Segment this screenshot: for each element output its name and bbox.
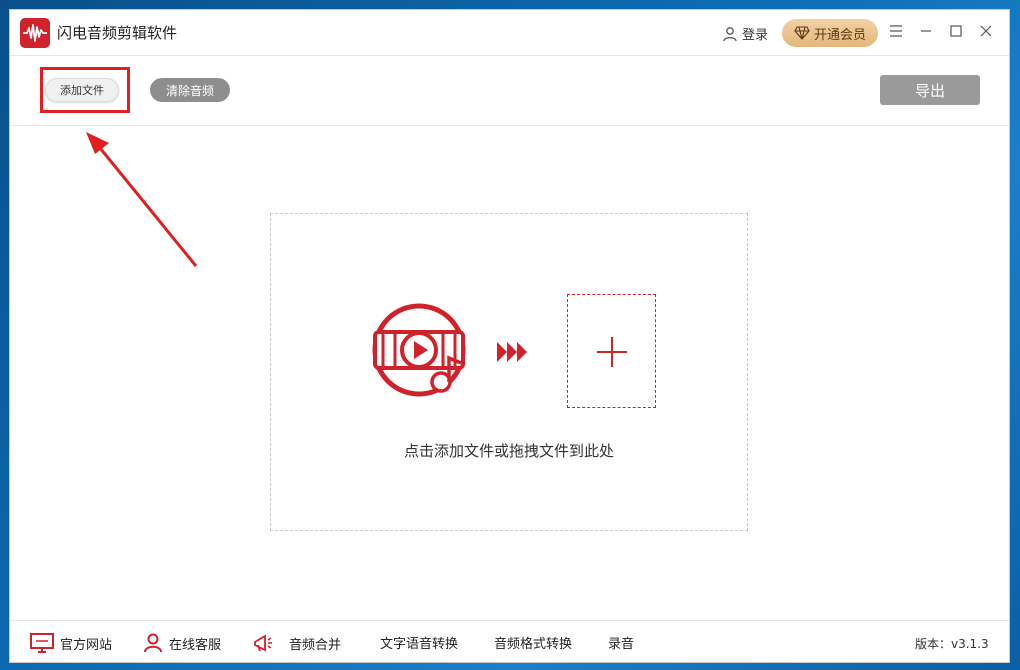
vip-label: 开通会员: [813, 27, 866, 43]
bottom-item-label: 录音: [608, 637, 635, 652]
bottom-item-label: 音频合并: [289, 637, 342, 653]
export-button[interactable]: 导出: [880, 75, 980, 105]
toolbar: 添加文件 清除音频 导出: [10, 56, 1009, 126]
app-window: 闪电音频剪辑软件 登录 开通会员 添加文件 清除音频 导出 点击添加文件或拖拽文…: [10, 10, 1009, 662]
bottom-item-label: 音频格式转换: [494, 637, 573, 652]
add-file-button[interactable]: 添加文件: [45, 78, 119, 102]
bottom-item-label: 官方网站: [60, 637, 113, 653]
plus-icon: [597, 337, 627, 367]
app-title: 闪电音频剪辑软件: [57, 24, 178, 42]
login-button[interactable]: 登录: [722, 24, 768, 43]
app-logo-icon: [20, 18, 50, 48]
audio-merge-link[interactable]: 音频合并: [253, 633, 341, 653]
close-icon[interactable]: [975, 20, 997, 42]
official-website-link[interactable]: 官方网站: [30, 633, 112, 653]
title-bar: 闪电音频剪辑软件 登录 开通会员: [10, 10, 1009, 56]
megaphone-icon: [254, 634, 272, 652]
bottom-bar: 官方网站 在线客服 音频合并 文字语音转换 音频格式转换 录音 版本：v3.1.…: [10, 620, 1009, 663]
file-drop-zone[interactable]: 点击添加文件或拖拽文件到此处: [270, 213, 748, 531]
bottom-item-label: 文字语音转换: [380, 637, 459, 652]
text-to-speech-link[interactable]: 文字语音转换: [380, 633, 458, 652]
arrows-right-icon: [497, 342, 527, 362]
vip-button[interactable]: 开通会员: [782, 19, 878, 47]
video-music-icon: [372, 303, 466, 397]
recording-link[interactable]: 录音: [608, 633, 634, 652]
login-label: 登录: [742, 28, 769, 43]
maximize-icon[interactable]: [945, 20, 967, 42]
minimize-icon[interactable]: [915, 20, 937, 42]
add-file-plus-box[interactable]: [567, 294, 656, 408]
person-icon: [144, 633, 162, 653]
audio-format-convert-link[interactable]: 音频格式转换: [494, 633, 572, 652]
version-label: 版本：v3.1.3: [915, 637, 989, 651]
user-icon: [723, 26, 737, 41]
clear-audio-button[interactable]: 清除音频: [150, 78, 230, 102]
diamond-icon: [794, 26, 810, 40]
bottom-item-label: 在线客服: [169, 637, 222, 653]
menu-icon[interactable]: [885, 20, 907, 42]
online-support-link[interactable]: 在线客服: [143, 633, 221, 653]
drop-hint-text: 点击添加文件或拖拽文件到此处: [403, 442, 614, 460]
monitor-icon: [30, 633, 54, 653]
